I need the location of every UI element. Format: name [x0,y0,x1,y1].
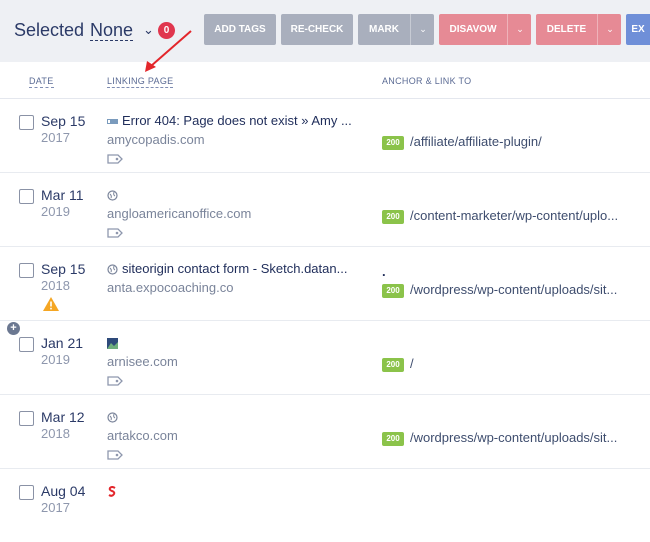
row-date: Jan 21 [41,335,84,351]
row-date: Sep 15 [41,113,86,129]
selected-count-badge: 0 [158,22,175,39]
row-page-title[interactable]: Error 404: Page does not exist » Amy ... [122,113,352,128]
row-domain[interactable]: angloamericanoffice.com [107,206,251,221]
page-favicon-icon [107,119,118,124]
status-code-badge: 200 [382,432,404,446]
table-row: Sep 15 2017 Error 404: Page does not exi… [0,99,650,173]
add-tags-button[interactable]: ADD TAGS [204,14,276,45]
table-row: Mar 12 2018 artakco.com 200 /wordpress/w… [0,395,650,469]
row-domain[interactable]: anta.expocoaching.co [107,280,233,295]
export-button[interactable]: EX [626,14,650,45]
row-link-target[interactable]: /wordpress/wp-content/uploads/sit... [410,430,617,445]
row-anchor-text: . [382,264,386,279]
status-code-badge: 200 [382,284,404,298]
row-page-title[interactable]: siteorigin contact form - Sketch.datan..… [122,261,347,276]
status-code-badge: 200 [382,210,404,224]
image-icon [107,338,118,349]
table-row: Aug 04 2017 [0,469,650,542]
row-link-target[interactable]: /wordpress/wp-content/uploads/sit... [410,282,617,297]
row-year: 2017 [41,130,70,145]
toolbar: Selected None ⌄ 0 ADD TAGS RE-CHECK MARK… [0,0,650,62]
chevron-down-icon[interactable]: ⌄ [143,22,154,38]
row-year: 2019 [41,352,70,367]
row-domain[interactable]: amycopadis.com [107,132,205,147]
recheck-button[interactable]: RE-CHECK [281,14,353,45]
row-year: 2018 [41,426,70,441]
row-year: 2018 [41,278,70,293]
mark-chevron-down-icon[interactable]: ⌄ [410,14,435,45]
row-domain[interactable]: arnisee.com [107,354,178,369]
row-year: 2019 [41,204,70,219]
row-date: Mar 11 [41,187,84,203]
globe-icon [107,264,118,275]
column-header-linking-page[interactable]: LINKING PAGE [107,76,174,88]
tag-icon[interactable] [107,376,123,386]
row-checkbox[interactable] [19,337,34,352]
disavow-chevron-down-icon[interactable]: ⌄ [507,14,532,45]
globe-icon [107,190,118,201]
row-year: 2017 [41,500,70,515]
red-s-favicon-icon [108,486,116,497]
status-code-badge: 200 [382,358,404,372]
delete-chevron-down-icon[interactable]: ⌄ [597,14,622,45]
row-link-target[interactable]: / [410,356,414,371]
warning-icon [43,297,59,311]
disavow-button-label: DISAVOW [449,24,497,35]
row-checkbox[interactable] [19,485,34,500]
row-link-target[interactable]: /affiliate/affiliate-plugin/ [410,134,542,149]
row-date: Aug 04 [41,483,86,499]
selected-label: Selected [14,20,85,40]
status-code-badge: 200 [382,136,404,150]
row-domain[interactable]: artakco.com [107,428,178,443]
row-date: Mar 12 [41,409,85,425]
tag-icon[interactable] [107,154,123,164]
tag-icon[interactable] [107,228,123,238]
row-checkbox[interactable] [19,411,34,426]
table-row: Mar 11 2019 angloamericanoffice.com 200 … [0,173,650,247]
table-row: Sep 15 2018 siteorigin contact form - Sk… [0,247,650,321]
delete-button-label: DELETE [546,24,587,35]
row-checkbox[interactable] [19,115,34,130]
tag-icon[interactable] [107,450,123,460]
mark-button-label: MARK [369,24,399,35]
column-header-anchor: ANCHOR & LINK TO [382,76,472,86]
table-row: Jan 21 2019 arnisee.com 200 / [0,321,650,395]
row-checkbox[interactable] [19,189,34,204]
table-header [0,62,650,99]
row-link-target[interactable]: /content-marketer/wp-content/uplo... [410,208,618,223]
column-header-date[interactable]: DATE [29,76,54,88]
globe-icon [107,412,118,423]
row-date: Sep 15 [41,261,86,277]
row-checkbox[interactable] [19,263,34,278]
selected-dropdown[interactable]: None [90,20,134,41]
